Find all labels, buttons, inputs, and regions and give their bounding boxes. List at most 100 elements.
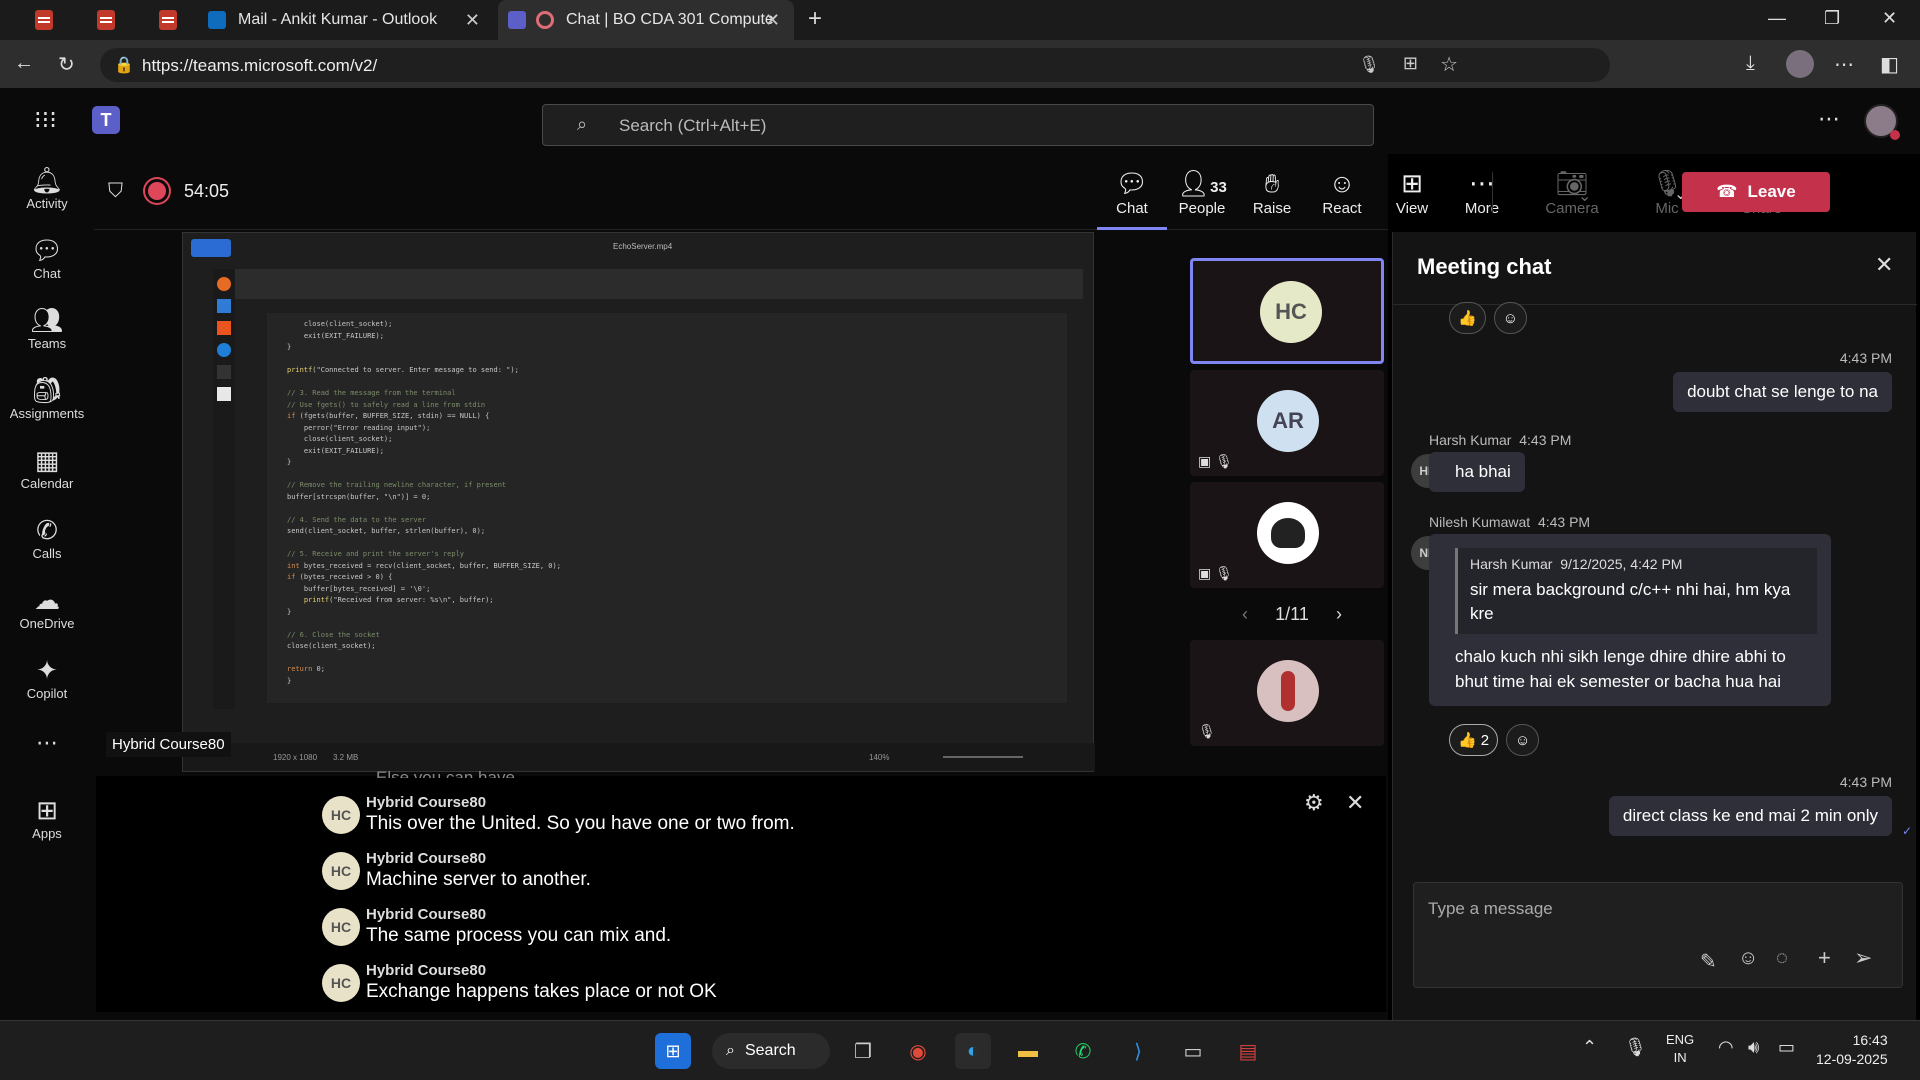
outlook-icon [208,11,226,29]
chevron-up-icon[interactable]: ⌃ [1582,1037,1597,1058]
more-icon[interactable]: ⋯ [1834,52,1854,77]
refresh-icon[interactable]: ↻ [58,52,75,77]
close-icon[interactable]: ✕ [1875,252,1893,278]
send-icon[interactable]: ➢ [1854,945,1872,971]
thumbs-up-reaction[interactable]: 👍 2 [1449,724,1499,756]
sidebar-icon[interactable]: ◧ [1880,52,1899,77]
people-button[interactable]: 👤︎33 People [1167,168,1237,217]
rail-item-apps[interactable]: ⊞ Apps [0,794,94,841]
message-bubble[interactable]: direct class ke end mai 2 min only [1608,796,1892,836]
start-icon[interactable]: ⊞ [655,1033,691,1069]
more-icon: ⋯ [1469,168,1495,198]
more-apps-icon[interactable]: ⋯ [0,730,94,756]
more-button[interactable]: ⋯ More [1447,168,1517,217]
chrome-icon[interactable]: ◉ [900,1033,936,1069]
format-icon[interactable]: ✎ [1700,949,1717,974]
rail-item-copilot[interactable]: ✦ Copilot [0,654,94,701]
tab-outlook[interactable]: Mail - Ankit Kumar - Outlook ✕ [202,0,494,40]
rail-item-assignments[interactable]: 🎒︎ Assignments [0,374,94,421]
chevron-down-icon[interactable]: ⌄ [1578,186,1591,206]
mic-icon[interactable]: 🎙 [1358,55,1380,75]
file-explorer-icon[interactable]: ▬ [1010,1033,1046,1069]
clock[interactable]: 16:43 12-09-2025 [1816,1031,1888,1069]
whatsapp-icon[interactable]: ✆ [1065,1033,1101,1069]
mic-icon[interactable]: 🎙︎ [1624,1037,1647,1058]
lang-text: ENG [1666,1032,1695,1047]
battery-icon[interactable]: ▭ [1778,1037,1795,1058]
download-icon[interactable]: ⤓ [1746,52,1755,75]
rail-item-calendar[interactable]: ▦ Calendar [0,444,94,491]
code-line: } [287,676,292,685]
chat-button[interactable]: 💬︎ Chat [1097,168,1167,230]
search-input[interactable]: ⌕ Search (Ctrl+Alt+E) [542,104,1374,146]
rail-item-teams[interactable]: 👥︎ Teams [0,304,94,351]
more-icon[interactable]: ⋯ [1818,106,1840,132]
add-reaction-icon[interactable]: ☺ [1493,302,1528,334]
add-reaction-icon[interactable]: ☺ [1506,724,1540,756]
participant-tile[interactable]: ▣ 🎙︎ [1190,482,1384,588]
code-line: // 6. Close the socket [287,630,380,639]
pdf-tab-icon[interactable] [92,8,120,32]
rail-item-onedrive[interactable]: ☁ OneDrive [0,584,94,631]
rail-item-activity[interactable]: 🔔︎ Activity [0,164,94,211]
close-icon[interactable]: ✕ [465,10,480,31]
pdf-tab-icon[interactable] [154,8,182,32]
quoted-message[interactable]: Harsh Kumar 9/12/2025, 4:42 PM sir mera … [1455,548,1817,634]
editor-titlebar [235,269,1083,299]
apps-icon[interactable]: ⊞ [1403,53,1418,74]
code-line: } [287,343,292,351]
terminal-icon[interactable]: ▭ [1175,1033,1211,1069]
chevron-right-icon[interactable]: › [1336,604,1342,625]
back-icon[interactable]: ← [14,52,34,75]
leave-button[interactable]: ☎ Leave [1682,172,1830,212]
message-bubble[interactable]: doubt chat se lenge to na [1673,372,1892,412]
thumbs-up-reaction[interactable]: 👍 [1449,302,1486,334]
react-button[interactable]: ☺ React [1307,168,1377,217]
language-indicator[interactable]: ENG IN [1666,1031,1694,1067]
raise-hand-button[interactable]: ✋︎ Raise [1237,168,1307,217]
edge-icon[interactable]: ◐ [955,1033,991,1069]
profile-avatar[interactable] [1786,50,1814,78]
app-launcher-icon[interactable]: ⁝⁝⁝ [34,106,57,135]
loop-icon[interactable]: ◌ [1776,947,1788,970]
presenter-label: Hybrid Course80 [106,732,231,757]
emoji-icon[interactable]: ☺ [1738,947,1758,970]
camera-button[interactable]: 📷︎ Camera [1537,168,1607,217]
tab-teams-chat[interactable]: Chat | BO CDA 301 Compute ✕ [498,0,794,40]
close-icon[interactable]: ✕ [765,10,780,31]
help-icon [217,343,231,357]
pdf-tab-icon[interactable] [30,8,58,32]
new-tab-icon[interactable]: + [808,5,822,33]
chat-label: Chat [1116,200,1148,217]
close-icon[interactable]: ✕ [1346,790,1364,816]
phone-icon: ✆ [36,515,58,545]
taskbar-search[interactable]: ⌕ Search [712,1033,830,1069]
rail-label: Calendar [20,476,74,491]
minimize-icon[interactable]: — [1768,8,1786,29]
participant-tile[interactable]: 🎙︎ [1190,640,1384,746]
rail-label: OneDrive [19,616,75,631]
pdf-app-icon[interactable]: ▤ [1230,1033,1266,1069]
gear-icon[interactable]: ⚙ [1304,790,1324,816]
chevron-left-icon[interactable]: ‹ [1242,604,1248,625]
wifi-icon[interactable]: ◠ [1718,1037,1734,1058]
rail-item-chat[interactable]: 💬︎ Chat [0,234,94,281]
close-window-icon[interactable]: ✕ [1882,8,1897,29]
message-compose[interactable]: Type a message ✎ ☺ ◌ + ➢ [1413,882,1903,988]
code-line: int bytes_received = recv(client_socket,… [287,561,561,570]
url-field[interactable]: 🔒 https://teams.microsoft.com/v2/ 🎙 ⊞ ☆ [100,48,1610,82]
plus-icon[interactable]: + [1818,945,1831,971]
task-view-icon[interactable]: ❐ [845,1033,881,1069]
participant-tile[interactable]: HC [1190,258,1384,364]
message-bubble[interactable]: ha bhai [1429,452,1525,492]
app-icon [217,321,231,335]
vscode-icon[interactable]: ⟩ [1120,1033,1156,1069]
star-icon[interactable]: ☆ [1440,52,1458,77]
speaker-icon[interactable]: 🔊︎ [1748,1037,1759,1058]
participant-tile[interactable]: AR ▣ 🎙︎ [1190,370,1384,476]
view-button[interactable]: ⊞ View [1377,168,1447,217]
restore-icon[interactable]: ❐ [1824,8,1840,29]
shield-icon[interactable]: ⛉ [108,180,123,203]
rail-item-calls[interactable]: ✆ Calls [0,514,94,561]
message-bubble[interactable]: Harsh Kumar 9/12/2025, 4:42 PM sir mera … [1429,534,1831,706]
